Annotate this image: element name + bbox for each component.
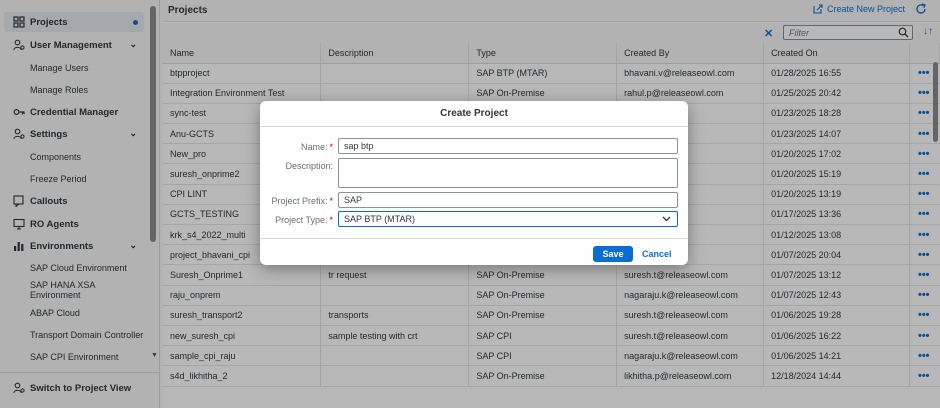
dialog-footer: Save Cancel [260,238,688,265]
name-field[interactable]: sap btp [338,138,678,154]
project-prefix-label: Project Prefix: * [271,196,333,206]
project-type-label: Project Type: * [275,215,333,225]
project-type-label-text: Project Type: [275,215,328,225]
name-label-text: Name: [300,142,328,152]
cancel-button[interactable]: Cancel [642,246,672,262]
create-project-dialog: Create Project Name: * sap btp Descriptio… [260,101,688,265]
project-prefix-field[interactable]: SAP [338,192,678,208]
required-mark: * [329,196,333,206]
description-label: Description: [285,161,333,171]
name-label: Name: * [301,142,333,152]
save-button[interactable]: Save [593,246,633,262]
required-mark: * [329,142,333,152]
project-prefix-label-text: Project Prefix: [271,196,328,206]
chevron-down-icon[interactable] [662,214,671,223]
name-field-value: sap btp [344,141,374,151]
project-type-select[interactable]: SAP BTP (MTAR) [338,211,678,227]
description-field[interactable] [338,158,678,188]
project-type-value: SAP BTP (MTAR) [344,214,416,224]
dialog-title: Create Project [260,101,688,127]
description-label-text: Description: [285,161,333,171]
required-mark: * [329,215,333,225]
project-prefix-value: SAP [344,195,363,205]
